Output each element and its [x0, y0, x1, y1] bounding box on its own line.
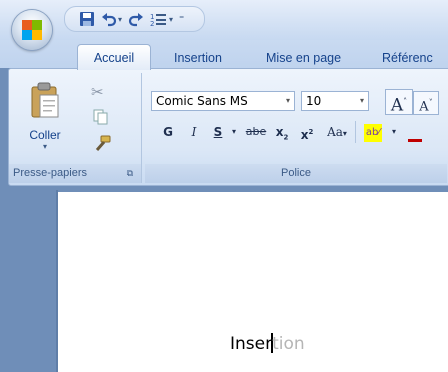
- shrink-font-button[interactable]: A˅: [413, 91, 439, 115]
- superscript-button[interactable]: x2: [297, 121, 317, 143]
- paste-label: Coller: [29, 128, 61, 142]
- italic-button[interactable]: I: [185, 121, 203, 143]
- tab-insertion[interactable]: Insertion: [174, 49, 222, 68]
- chevron-down-icon[interactable]: ▾: [229, 121, 239, 143]
- document-page[interactable]: Insertion: [58, 192, 448, 372]
- chevron-down-icon: ▾: [359, 96, 364, 105]
- document-text[interactable]: Insertion: [230, 333, 305, 354]
- highlight-label: ab: [365, 126, 379, 138]
- clipboard-group-label: Presse-papiers ⧉: [9, 164, 141, 183]
- strikethrough-button[interactable]: abe: [243, 121, 269, 143]
- ribbon: Coller ▾ ✂ Presse-papiers ⧉ Comic Sans M…: [8, 68, 448, 186]
- paste-icon: [31, 82, 59, 118]
- office-logo-icon: [22, 20, 42, 40]
- change-case-label: Aa: [327, 125, 343, 139]
- typed-text: Inser: [230, 334, 273, 354]
- highlight-icon: ab⁄: [363, 123, 383, 142]
- tab-references[interactable]: Référenc: [382, 49, 433, 68]
- change-case-button[interactable]: Aa▾: [323, 121, 351, 143]
- font-name-select[interactable]: Comic Sans MS ▾: [151, 91, 295, 111]
- quick-access-toolbar: ▾ 1 2 ▾ ⁼: [64, 6, 206, 32]
- grow-font-button[interactable]: A˄: [385, 89, 413, 116]
- chevron-down-icon: ▾: [42, 142, 47, 151]
- office-button[interactable]: [12, 10, 52, 50]
- title-bar: ▾ 1 2 ▾ ⁼: [0, 0, 448, 40]
- underline-button[interactable]: S: [209, 121, 227, 143]
- tab-mise-en-page[interactable]: Mise en page: [266, 49, 341, 68]
- list-icon[interactable]: 1 2 ▾: [150, 9, 173, 29]
- font-name-value: Comic Sans MS: [156, 94, 248, 108]
- font-color-button[interactable]: [405, 121, 425, 143]
- paste-button[interactable]: Coller ▾: [19, 79, 71, 163]
- svg-text:2: 2: [150, 20, 154, 27]
- font-color-icon: [408, 121, 422, 142]
- clipboard-group: Coller ▾ ✂ Presse-papiers ⧉: [9, 73, 142, 183]
- font-group-label: Police: [145, 164, 447, 183]
- chevron-down-icon[interactable]: ▾: [389, 121, 399, 143]
- font-size-select[interactable]: 10 ▾: [301, 91, 369, 111]
- redo-icon[interactable]: [128, 9, 144, 29]
- save-icon[interactable]: [79, 9, 95, 29]
- copy-icon[interactable]: [93, 109, 109, 128]
- highlight-button[interactable]: ab⁄: [359, 121, 387, 143]
- tab-accueil[interactable]: Accueil: [77, 44, 151, 70]
- autocomplete-suggestion: tion: [272, 334, 305, 354]
- separator: [355, 121, 356, 143]
- font-size-value: 10: [306, 94, 322, 108]
- bold-button[interactable]: G: [159, 121, 177, 143]
- undo-icon[interactable]: ▾: [101, 9, 122, 29]
- format-painter-icon[interactable]: [93, 135, 111, 156]
- ribbon-tabs: Accueil Insertion Mise en page Référenc: [0, 40, 448, 70]
- document-area: Insertion: [0, 186, 448, 372]
- cut-icon[interactable]: ✂: [91, 83, 111, 101]
- customize-icon[interactable]: ⁼: [179, 9, 184, 29]
- chevron-down-icon: ▾: [285, 96, 290, 105]
- dialog-launcher-icon[interactable]: ⧉: [127, 164, 133, 183]
- font-group: Comic Sans MS ▾ 10 ▾ A˄ A˅ G I S ▾ abe x…: [145, 73, 447, 183]
- subscript-button[interactable]: x2: [273, 121, 291, 143]
